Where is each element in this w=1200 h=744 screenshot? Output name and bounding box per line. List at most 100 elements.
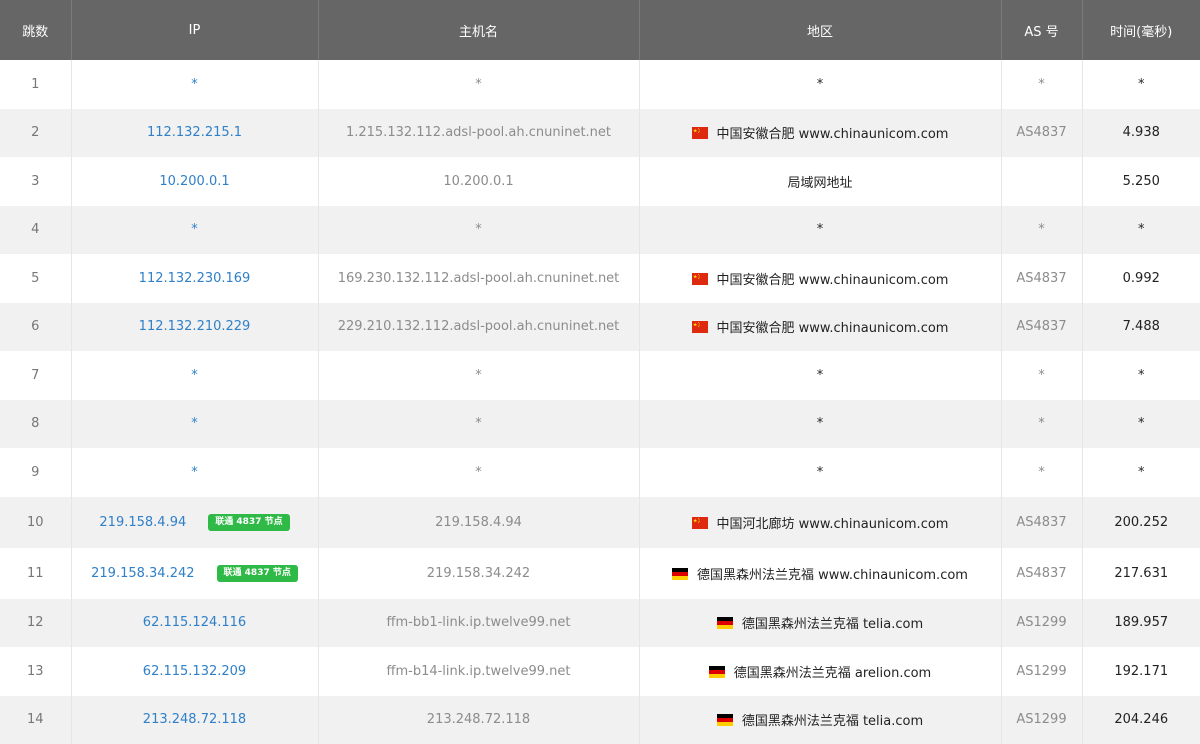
latency-ms: 5.250 <box>1082 157 1200 206</box>
hop-number: 3 <box>0 157 71 206</box>
ip-cell: 213.248.72.118 <box>71 696 318 744</box>
table-body: 1*****2112.132.215.11.215.132.112.adsl-p… <box>0 60 1200 744</box>
table-row: 9***** <box>0 448 1200 497</box>
column-header-ip: IP <box>71 0 318 60</box>
ip-cell: 219.158.4.94联通 4837 节点 <box>71 497 318 548</box>
region-cell: 中国安徽合肥 www.chinaunicom.com <box>639 303 1001 352</box>
hop-number: 11 <box>0 548 71 599</box>
hostname: * <box>318 206 639 255</box>
table-row: 11219.158.34.242联通 4837 节点219.158.34.242… <box>0 548 1200 599</box>
region-text: 德国黑森州法兰克福 arelion.com <box>734 666 931 681</box>
ip-link[interactable]: 219.158.34.242 <box>91 566 194 581</box>
ip-cell: * <box>71 60 318 109</box>
latency-ms: 4.938 <box>1082 109 1200 158</box>
cn-flag-icon <box>692 321 708 333</box>
region-cell: * <box>639 60 1001 109</box>
latency-ms: 192.171 <box>1082 647 1200 696</box>
ip-cell: 62.115.132.209 <box>71 647 318 696</box>
region-cell: * <box>639 206 1001 255</box>
latency-ms: 189.957 <box>1082 599 1200 648</box>
asn: AS4837 <box>1001 254 1082 303</box>
ip-link[interactable]: * <box>191 77 198 92</box>
hop-number: 12 <box>0 599 71 648</box>
asn: * <box>1001 206 1082 255</box>
column-header-region: 地区 <box>639 0 1001 60</box>
ip-link[interactable]: 10.200.0.1 <box>159 174 229 189</box>
region-cell: 德国黑森州法兰克福 arelion.com <box>639 647 1001 696</box>
table-row: 1262.115.124.116ffm-bb1-link.ip.twelve99… <box>0 599 1200 648</box>
asn: * <box>1001 448 1082 497</box>
region-cell: 局域网地址 <box>639 157 1001 206</box>
latency-ms: * <box>1082 400 1200 449</box>
node-badge: 联通 4837 节点 <box>217 565 298 582</box>
hop-number: 10 <box>0 497 71 548</box>
ip-link[interactable]: * <box>191 465 198 480</box>
ip-link[interactable]: 213.248.72.118 <box>143 712 246 727</box>
ip-link[interactable]: 62.115.132.209 <box>143 664 246 679</box>
region-text: * <box>817 465 824 480</box>
de-flag-icon <box>672 568 688 580</box>
de-flag-icon <box>717 714 733 726</box>
region-text: * <box>817 368 824 383</box>
table-row: 2112.132.215.11.215.132.112.adsl-pool.ah… <box>0 109 1200 158</box>
asn: AS4837 <box>1001 303 1082 352</box>
ip-cell: 10.200.0.1 <box>71 157 318 206</box>
table-row: 7***** <box>0 351 1200 400</box>
hostname: 1.215.132.112.adsl-pool.ah.cnuninet.net <box>318 109 639 158</box>
ip-cell: 112.132.215.1 <box>71 109 318 158</box>
region-text: 德国黑森州法兰克福 telia.com <box>742 617 923 632</box>
cn-flag-icon <box>692 273 708 285</box>
hostname: ffm-b14-link.ip.twelve99.net <box>318 647 639 696</box>
asn: * <box>1001 60 1082 109</box>
ip-link[interactable]: 219.158.4.94 <box>99 515 186 530</box>
asn: AS1299 <box>1001 696 1082 744</box>
ip-link[interactable]: 112.132.210.229 <box>139 319 251 334</box>
asn: AS1299 <box>1001 599 1082 648</box>
asn: AS1299 <box>1001 647 1082 696</box>
region-cell: 德国黑森州法兰克福 www.chinaunicom.com <box>639 548 1001 599</box>
ip-link[interactable]: * <box>191 222 198 237</box>
latency-ms: 7.488 <box>1082 303 1200 352</box>
region-text: 局域网地址 <box>787 176 852 191</box>
region-text: 德国黑森州法兰克福 telia.com <box>742 714 923 729</box>
latency-ms: 0.992 <box>1082 254 1200 303</box>
asn: AS4837 <box>1001 109 1082 158</box>
table-row: 8***** <box>0 400 1200 449</box>
hostname: 213.248.72.118 <box>318 696 639 744</box>
table-row: 1***** <box>0 60 1200 109</box>
ip-link[interactable]: 112.132.215.1 <box>147 125 242 140</box>
ip-cell: 112.132.210.229 <box>71 303 318 352</box>
region-cell: * <box>639 400 1001 449</box>
ip-link[interactable]: 62.115.124.116 <box>143 615 246 630</box>
hostname: 229.210.132.112.adsl-pool.ah.cnuninet.ne… <box>318 303 639 352</box>
table-row: 310.200.0.110.200.0.1局域网地址5.250 <box>0 157 1200 206</box>
asn: * <box>1001 351 1082 400</box>
hop-number: 6 <box>0 303 71 352</box>
asn <box>1001 157 1082 206</box>
region-text: 德国黑森州法兰克福 www.chinaunicom.com <box>697 568 968 583</box>
ip-link[interactable]: * <box>191 416 198 431</box>
cn-flag-icon <box>692 127 708 139</box>
hop-number: 8 <box>0 400 71 449</box>
latency-ms: * <box>1082 206 1200 255</box>
hostname: * <box>318 400 639 449</box>
hop-number: 5 <box>0 254 71 303</box>
region-cell: 中国河北廊坊 www.chinaunicom.com <box>639 497 1001 548</box>
hop-number: 7 <box>0 351 71 400</box>
traceroute-table: 跳数 IP 主机名 地区 AS 号 时间(毫秒) 1*****2112.132.… <box>0 0 1200 744</box>
latency-ms: 217.631 <box>1082 548 1200 599</box>
column-header-time: 时间(毫秒) <box>1082 0 1200 60</box>
hostname: * <box>318 448 639 497</box>
region-text: 中国安徽合肥 www.chinaunicom.com <box>717 127 949 142</box>
hop-number: 4 <box>0 206 71 255</box>
ip-link[interactable]: * <box>191 368 198 383</box>
region-cell: 中国安徽合肥 www.chinaunicom.com <box>639 109 1001 158</box>
column-header-hop: 跳数 <box>0 0 71 60</box>
region-text: 中国安徽合肥 www.chinaunicom.com <box>717 321 949 336</box>
ip-link[interactable]: 112.132.230.169 <box>139 271 251 286</box>
table-row: 6 112.132.210.229 229.210.132.112.adsl-poo… <box>0 303 1200 352</box>
latency-ms: * <box>1082 60 1200 109</box>
de-flag-icon <box>717 617 733 629</box>
hostname: * <box>318 351 639 400</box>
hostname: 169.230.132.112.adsl-pool.ah.cnuninet.ne… <box>318 254 639 303</box>
